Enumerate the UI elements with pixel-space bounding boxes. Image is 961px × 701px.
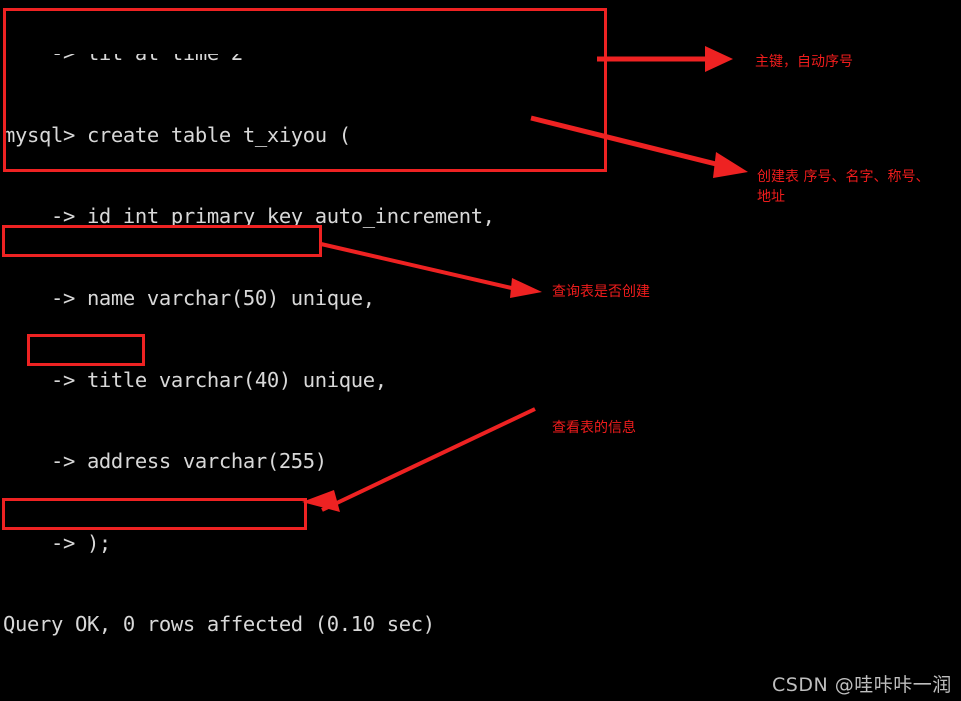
annotation-create-table: 创建表 序号、名字、称号、 地址 [757, 169, 930, 205]
terminal-line-create-table: mysql> create table t_xiyou ( [3, 122, 351, 147]
annotation-desc-table: 查看表的信息 [552, 420, 636, 436]
terminal-line-query-ok: Query OK, 0 rows affected (0.10 sec) [3, 612, 435, 637]
csdn-watermark: CSDN @哇咔咔一润 [772, 674, 952, 696]
terminal-line-title-column: -> title varchar(40) unique, [3, 367, 387, 392]
terminal-screenshot: -> tit at time 2 mysql> create table t_x… [0, 0, 961, 701]
terminal-line-id-column: -> id int primary key auto_increment, [3, 204, 495, 229]
terminal-line-address-column: -> address varchar(255) [3, 449, 327, 474]
terminal-line-name-column: -> name varchar(50) unique, [3, 286, 375, 310]
annotation-show-tables: 查询表是否创建 [552, 284, 650, 300]
annotation-primary-key: 主键，自动序号 [755, 54, 853, 70]
terminal-output: -> tit at time 2 mysql> create table t_x… [0, 0, 961, 701]
terminal-line-close-paren: -> ); [3, 530, 111, 555]
